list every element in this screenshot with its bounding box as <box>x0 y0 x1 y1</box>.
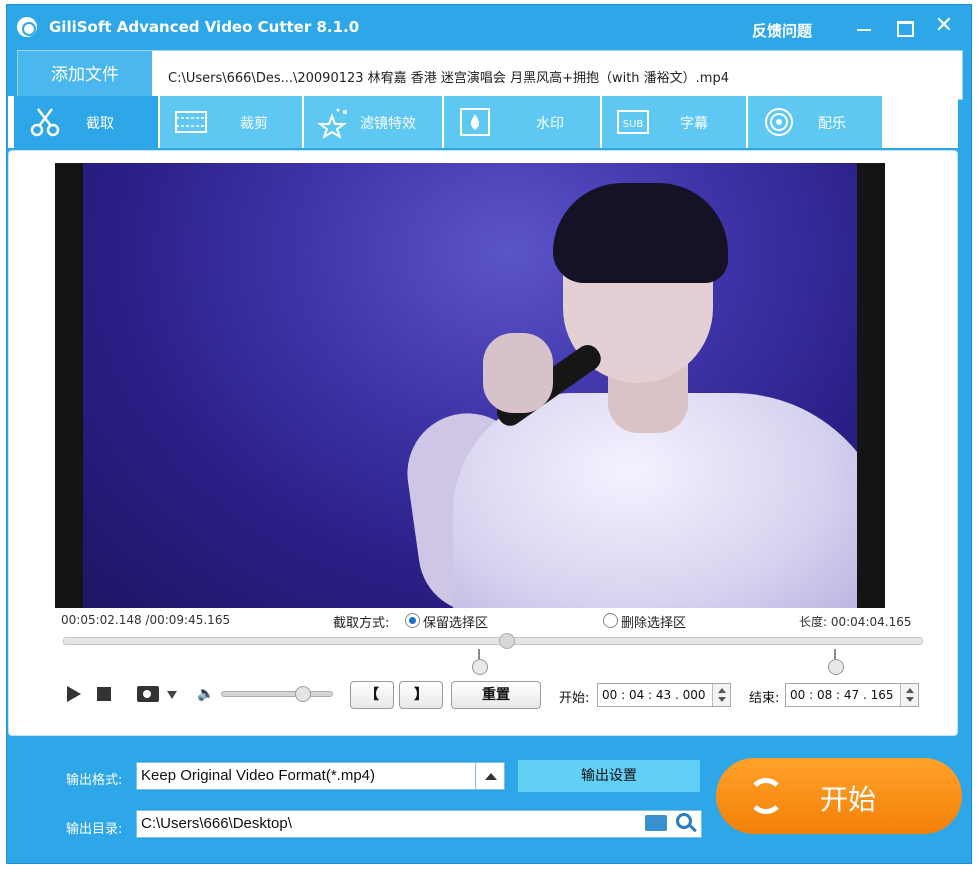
snapshot-camera-icon[interactable] <box>137 686 159 702</box>
timeline-track[interactable] <box>63 637 923 645</box>
tab-label: 滤镜特效 <box>360 116 416 132</box>
keep-selection-label: 保留选择区 <box>423 616 489 631</box>
reset-button[interactable]: 重置 <box>451 681 541 709</box>
end-marker-handle[interactable] <box>826 649 844 675</box>
svg-text:SUB: SUB <box>623 119 644 130</box>
letterbox-right <box>857 163 885 608</box>
chevron-down-icon[interactable] <box>167 691 177 699</box>
delete-selection-label: 删除选择区 <box>621 616 687 631</box>
length-readout: 长度: 00:04:04.165 <box>799 615 912 629</box>
trim-panel: 00:05:02.148 /00:09:45.165 截取方式: 保留选择区 删… <box>8 150 958 736</box>
tab-label: 配乐 <box>818 116 846 132</box>
speaker-icon[interactable]: 🔈 <box>197 686 214 702</box>
tab-subtitles[interactable]: SUB 字幕 <box>602 96 748 148</box>
cut-mode-label: 截取方式: <box>333 616 390 631</box>
playhead-handle[interactable] <box>499 633 515 649</box>
output-settings-button[interactable]: 输出设置 <box>518 760 700 792</box>
tab-filters[interactable]: 滤镜特效 <box>304 96 444 148</box>
end-time-stepper[interactable] <box>900 684 918 706</box>
current-time: 00:05:02.148 /00:09:45.165 <box>61 613 231 627</box>
start-marker-handle[interactable] <box>470 649 488 675</box>
search-icon[interactable] <box>676 813 692 829</box>
output-format-select[interactable]: Keep Original Video Format(*.mp4) <box>136 762 476 790</box>
end-time-value: 00 : 08 : 47 . 165 <box>790 688 894 702</box>
tab-label: 字幕 <box>680 116 708 132</box>
app-logo-icon <box>17 17 37 37</box>
start-time-field[interactable]: 00 : 04 : 43 . 000 <box>597 683 731 707</box>
file-bar: 添加文件 C:\Users\666\Des...\20090123 林宥嘉 香港… <box>17 50 963 100</box>
feedback-link[interactable]: 反馈问题 <box>752 20 812 41</box>
tab-bar: 截取 裁剪 滤镜特效 水印 SUB 字幕 配乐 <box>8 96 958 148</box>
volume-slider[interactable] <box>221 691 333 697</box>
delete-selection-radio[interactable] <box>603 613 618 628</box>
video-figure-hand <box>483 333 553 413</box>
set-start-button[interactable]: 【 <box>350 681 394 709</box>
stars-icon <box>318 108 348 138</box>
tab-crop[interactable]: 裁剪 <box>160 96 304 148</box>
scissors-icon <box>30 108 60 137</box>
output-format-label: 输出格式: <box>66 773 123 788</box>
refresh-icon <box>748 778 784 814</box>
file-path: C:\Users\666\Des...\20090123 林宥嘉 香港 迷宫演唱… <box>168 71 729 86</box>
set-end-button[interactable]: 】 <box>399 681 443 709</box>
stop-icon[interactable] <box>97 687 111 701</box>
add-file-button[interactable]: 添加文件 <box>18 51 152 99</box>
start-time-label: 开始: <box>559 691 590 706</box>
video-figure-hair <box>553 183 728 283</box>
water-drop-icon <box>460 108 490 136</box>
keep-selection-radio[interactable] <box>405 613 420 628</box>
tab-watermark[interactable]: 水印 <box>444 96 602 148</box>
volume-handle[interactable] <box>295 686 311 702</box>
folder-icon[interactable] <box>645 815 667 831</box>
tab-label: 水印 <box>536 116 564 132</box>
letterbox-left <box>55 163 83 608</box>
minimize-button[interactable] <box>851 15 877 39</box>
maximize-button[interactable] <box>891 15 917 39</box>
music-icon <box>765 108 793 136</box>
title-bar: GiliSoft Advanced Video Cutter 8.1.0 反馈问… <box>7 5 971 49</box>
start-button[interactable]: 开始 <box>716 758 962 834</box>
video-frame <box>83 163 885 608</box>
format-dropdown-icon[interactable] <box>475 762 505 790</box>
start-time-stepper[interactable] <box>712 684 730 706</box>
tab-music[interactable]: 配乐 <box>748 96 884 148</box>
film-crop-icon <box>175 111 207 133</box>
tab-label: 截取 <box>86 116 114 132</box>
output-dir-field[interactable]: C:\Users\666\Desktop\ <box>136 810 702 838</box>
tab-label: 裁剪 <box>240 116 268 132</box>
start-time-value: 00 : 04 : 43 . 000 <box>602 688 706 702</box>
app-title: GiliSoft Advanced Video Cutter 8.1.0 <box>49 18 360 36</box>
tab-trim[interactable]: 截取 <box>14 96 160 148</box>
end-time-field[interactable]: 00 : 08 : 47 . 165 <box>785 683 919 707</box>
subtitle-icon: SUB <box>617 110 649 134</box>
close-button[interactable]: ✕ <box>931 15 957 39</box>
start-button-label: 开始 <box>820 783 877 816</box>
output-dir-label: 输出目录: <box>66 822 123 837</box>
end-time-label: 结束: <box>749 691 780 706</box>
video-preview <box>55 163 885 608</box>
play-icon[interactable] <box>67 686 81 702</box>
